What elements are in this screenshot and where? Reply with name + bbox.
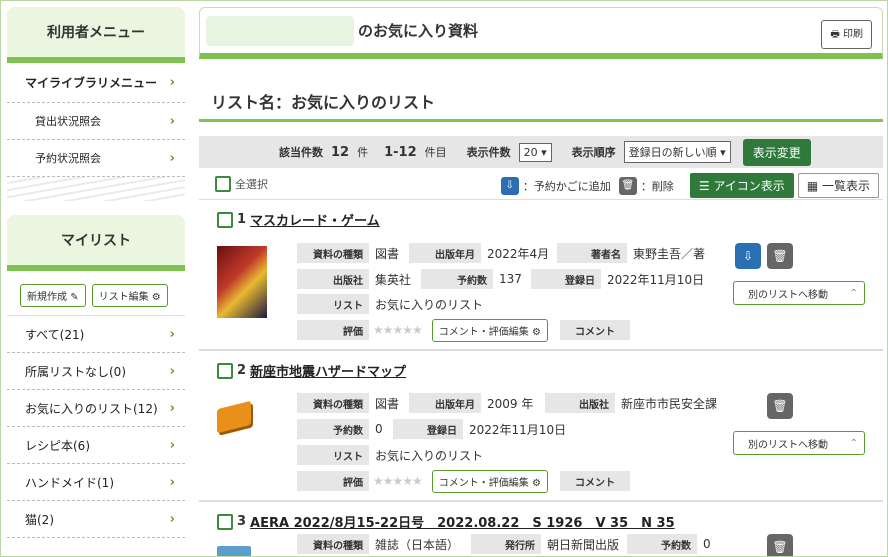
mylist-buttons: 新規作成 ✎ リスト編集 ⚙ bbox=[7, 271, 185, 316]
chevron-right-icon: › bbox=[169, 150, 175, 166]
sidebar: 利用者メニュー マイライブラリメニュー › 貸出状況照会 › 予約状況照会 › マイリ… bbox=[7, 7, 185, 538]
sidebar-item-reserve-status[interactable]: 予約状況照会 › bbox=[7, 140, 185, 177]
magazine-icon bbox=[217, 546, 251, 556]
cart-icon: ⇩ bbox=[742, 249, 754, 263]
gear-icon: ⚙ bbox=[531, 477, 541, 489]
gear-icon: ⚙ bbox=[151, 292, 161, 303]
chevron-right-icon: › bbox=[169, 75, 175, 90]
result-range: 1-12 bbox=[384, 144, 417, 160]
result-count: 12 bbox=[331, 144, 350, 160]
print-button[interactable]: 🖶 印刷 bbox=[821, 20, 872, 49]
list-toolbar: 全選択 ⇩ ：予約かごに追加 🗑 ：削除 ☰ アイコン表示 ▦ 一覧表示 bbox=[199, 168, 883, 200]
list-view-button[interactable]: ▦ 一覧表示 bbox=[797, 173, 879, 198]
item-title-link[interactable]: マスカレード・ゲーム bbox=[250, 210, 380, 229]
rating-stars: ★★★★★ bbox=[373, 323, 423, 337]
user-menu-title: 利用者メニュー bbox=[7, 7, 185, 63]
book-cover-image[interactable] bbox=[217, 246, 267, 318]
delete-button[interactable]: 🗑 bbox=[767, 243, 793, 269]
user-name-masked bbox=[206, 15, 354, 46]
trash-icon: 🗑 bbox=[772, 399, 788, 413]
move-list-button[interactable]: 別のリストへ移動 ⌃ bbox=[733, 431, 865, 455]
divider bbox=[199, 119, 883, 122]
rating-stars: ★★★★★ bbox=[373, 474, 423, 488]
chevron-icon: ⌃ bbox=[849, 287, 858, 299]
move-list-button[interactable]: 別のリストへ移動 ⌃ bbox=[733, 281, 865, 305]
chevron-right-icon: › bbox=[169, 113, 175, 129]
item-checkbox[interactable] bbox=[217, 513, 233, 530]
item-checkbox[interactable] bbox=[217, 362, 233, 379]
book-icon bbox=[217, 400, 251, 434]
cart-icon: ⇩ bbox=[500, 176, 519, 195]
chevron-right-icon: › bbox=[169, 474, 175, 490]
gear-icon: ⚙ bbox=[531, 326, 541, 338]
page-frame: 利用者メニュー マイライブラリメニュー › 貸出状況照会 › 予約状況照会 › マイリ… bbox=[0, 0, 888, 557]
mylist-title: マイリスト bbox=[7, 215, 185, 271]
cut-divider bbox=[7, 177, 185, 201]
comment-edit-button[interactable]: コメント・評価編集 ⚙ bbox=[431, 469, 548, 493]
chevron-right-icon: › bbox=[169, 326, 175, 342]
edit-list-button[interactable]: リスト編集 ⚙ bbox=[91, 284, 168, 307]
chevron-icon: ⌃ bbox=[849, 437, 858, 449]
chevron-right-icon: › bbox=[169, 400, 175, 416]
sidebar-list-recipes[interactable]: レシピ本(6) › bbox=[7, 427, 185, 464]
item-title-link[interactable]: 新座市地震ハザードマップ bbox=[250, 361, 406, 380]
chevron-right-icon: › bbox=[169, 363, 175, 379]
sidebar-list-none[interactable]: 所属リストなし(0) › bbox=[7, 353, 185, 390]
title-bar: のお気に入り資料 🖶 印刷 bbox=[199, 7, 883, 59]
select-all-checkbox[interactable] bbox=[215, 175, 231, 192]
page-title: のお気に入り資料 bbox=[358, 22, 479, 40]
printer-icon: 🖶 bbox=[830, 29, 840, 40]
sidebar-list-handmade[interactable]: ハンドメイド(1) › bbox=[7, 464, 185, 501]
comment-edit-button[interactable]: コメント・評価編集 ⚙ bbox=[431, 318, 548, 342]
list-icon: ☰ bbox=[698, 179, 710, 193]
sidebar-list-favorites[interactable]: お気に入りのリスト(12) › bbox=[7, 390, 185, 427]
perpage-select[interactable]: 20 ▾ bbox=[518, 142, 552, 162]
trash-icon: 🗑 bbox=[772, 540, 788, 554]
chevron-right-icon: › bbox=[169, 511, 175, 527]
item-checkbox[interactable] bbox=[217, 211, 233, 228]
sidebar-item-loan-status[interactable]: 貸出状況照会 › bbox=[7, 103, 185, 140]
sidebar-list-all[interactable]: すべて(21) › bbox=[7, 316, 185, 353]
list-name: リスト名：お気に入りのリスト bbox=[211, 93, 436, 112]
item-title-link[interactable]: AERA 2022/8月15-22日号 2022.08.22 S 1926 V … bbox=[250, 512, 675, 531]
trash-icon: 🗑 bbox=[772, 249, 788, 263]
icon-view-button[interactable]: ☰ アイコン表示 bbox=[689, 173, 794, 198]
new-list-button[interactable]: 新規作成 ✎ bbox=[20, 284, 86, 307]
sidebar-item-mylibrary-menu[interactable]: マイライブラリメニュー › bbox=[7, 63, 185, 103]
order-select[interactable]: 登録日の新しい順 ▾ bbox=[623, 141, 731, 163]
apply-display-button[interactable]: 表示変更 bbox=[742, 138, 811, 166]
delete-button[interactable]: 🗑 bbox=[767, 393, 793, 419]
sidebar-list-cat[interactable]: 猫(2) › bbox=[7, 501, 185, 538]
list-item: 3 AERA 2022/8月15-22日号 2022.08.22 S 1926 V… bbox=[199, 502, 883, 556]
trash-icon: 🗑 bbox=[618, 176, 637, 195]
filter-bar: 該当件数 12 件 1-12 件目 表示件数 20 ▾ 表示順序 登録日の新しい… bbox=[199, 136, 883, 168]
add-to-cart-button[interactable]: ⇩ bbox=[735, 243, 761, 269]
main-content: のお気に入り資料 🖶 印刷 リスト名：お気に入りのリスト 該当件数 12 件 1… bbox=[199, 7, 883, 556]
delete-button[interactable]: 🗑 bbox=[767, 534, 793, 556]
chevron-right-icon: › bbox=[169, 437, 175, 453]
list-item: 2 新座市地震ハザードマップ 資料の種類 図書 出版年月 2009 年 出版社 新座市市… bbox=[199, 351, 883, 502]
table-icon: ▦ bbox=[806, 179, 819, 193]
pencil-icon: ✎ bbox=[70, 292, 79, 303]
list-item: 1 マスカレード・ゲーム 資料の種類 図書 出版年月 2022年4月 著者名 東野圭吾／… bbox=[199, 200, 883, 351]
